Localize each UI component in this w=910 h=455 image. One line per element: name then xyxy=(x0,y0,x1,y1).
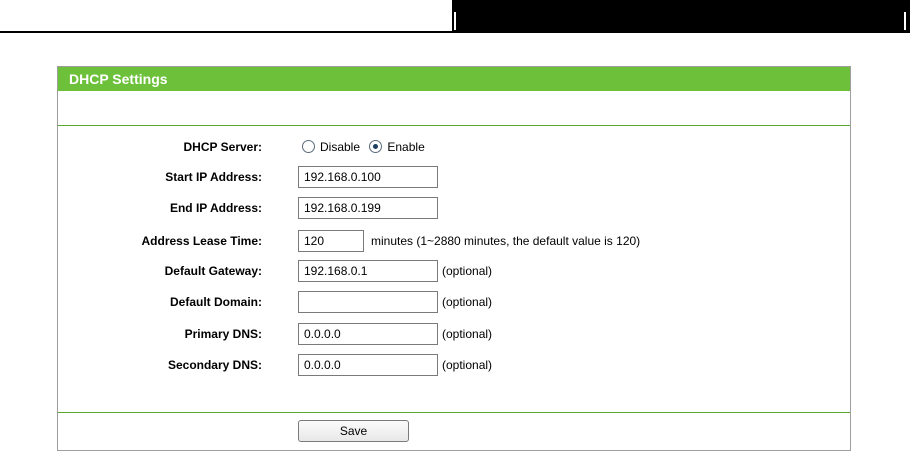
bottom-separator xyxy=(58,412,850,413)
end-ip-row: End IP Address: 192.168.0.199 xyxy=(58,197,850,219)
end-ip-input[interactable]: 192.168.0.199 xyxy=(298,197,438,219)
dhcp-disable-radio[interactable] xyxy=(302,140,315,153)
domain-label: Default Domain: xyxy=(169,295,262,309)
dhcp-server-radio-group: Disable Enable xyxy=(302,140,431,154)
gateway-input[interactable]: 192.168.0.1 xyxy=(298,260,438,282)
dhcp-settings-panel: DHCP Settings DHCP Server: Disable Enabl… xyxy=(57,66,851,451)
header-tick-right xyxy=(904,12,906,30)
dhcp-server-label: DHCP Server: xyxy=(183,140,262,154)
primary-dns-label: Primary DNS: xyxy=(184,327,262,341)
header-tick-left xyxy=(454,12,456,30)
top-separator xyxy=(58,125,850,126)
dhcp-enable-label[interactable]: Enable xyxy=(387,140,424,154)
lease-time-label: Address Lease Time: xyxy=(141,234,263,248)
gateway-label: Default Gateway: xyxy=(164,264,262,278)
dhcp-enable-radio[interactable] xyxy=(369,140,383,153)
start-ip-input[interactable]: 192.168.0.100 xyxy=(298,166,438,188)
header-bar xyxy=(452,0,910,33)
lease-time-input[interactable]: 120 xyxy=(298,230,364,252)
lease-time-row: Address Lease Time: 120 minutes (1~2880 … xyxy=(58,230,850,252)
secondary-dns-input[interactable]: 0.0.0.0 xyxy=(298,354,438,376)
secondary-dns-label: Secondary DNS: xyxy=(167,358,262,372)
gateway-optional-note: (optional) xyxy=(442,264,493,278)
domain-optional-note: (optional) xyxy=(442,295,493,309)
primary-dns-optional-note: (optional) xyxy=(442,327,493,341)
save-button[interactable]: Save xyxy=(298,420,409,442)
start-ip-label: Start IP Address: xyxy=(165,170,262,184)
end-ip-label: End IP Address: xyxy=(169,201,262,215)
secondary-dns-optional-note: (optional) xyxy=(442,358,493,372)
dhcp-disable-label[interactable]: Disable xyxy=(320,140,360,154)
lease-time-note: minutes (1~2880 minutes, the default val… xyxy=(371,234,641,248)
primary-dns-input[interactable]: 0.0.0.0 xyxy=(298,323,438,345)
domain-row: Default Domain: (optional) xyxy=(58,291,850,313)
panel-title: DHCP Settings xyxy=(58,67,850,91)
gateway-row: Default Gateway: 192.168.0.1 (optional) xyxy=(58,260,850,282)
header-rule xyxy=(0,31,452,33)
dhcp-server-row: DHCP Server: Disable Enable xyxy=(58,136,850,158)
primary-dns-row: Primary DNS: 0.0.0.0 (optional) xyxy=(58,323,850,345)
domain-input[interactable] xyxy=(298,291,438,313)
start-ip-row: Start IP Address: 192.168.0.100 xyxy=(58,166,850,188)
secondary-dns-row: Secondary DNS: 0.0.0.0 (optional) xyxy=(58,354,850,376)
